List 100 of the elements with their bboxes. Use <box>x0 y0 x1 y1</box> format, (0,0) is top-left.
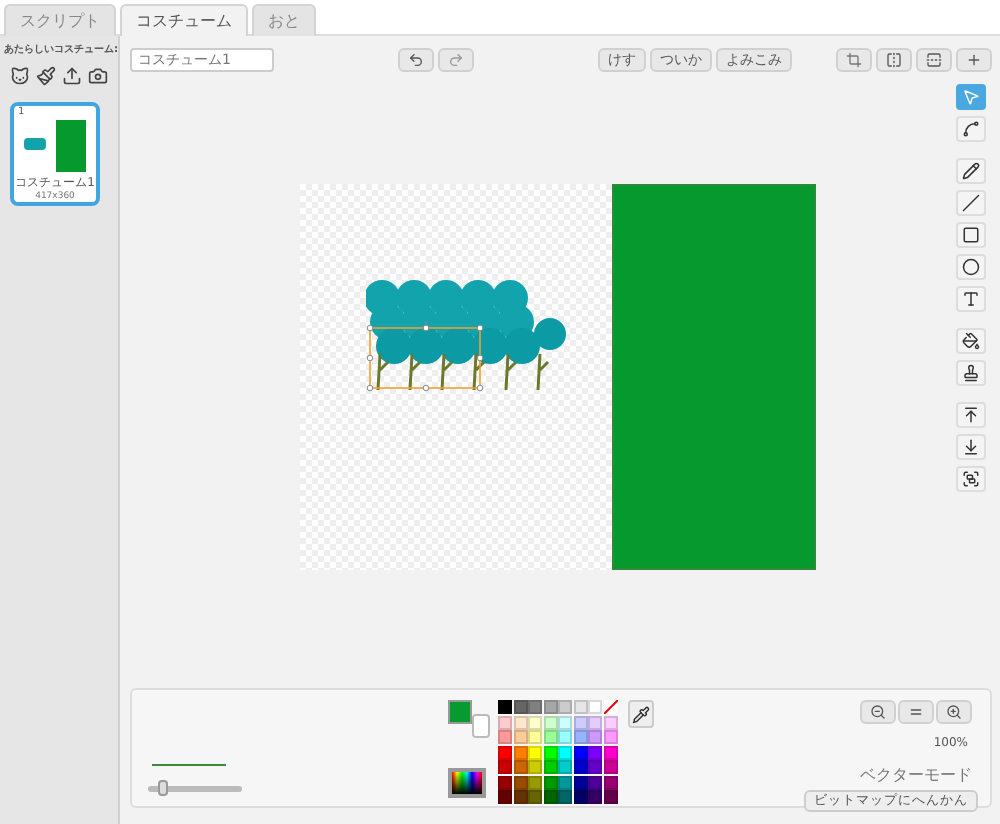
color-swatch[interactable] <box>513 775 527 789</box>
canvas-area[interactable] <box>300 184 612 570</box>
zoom-in-button[interactable] <box>936 700 972 724</box>
color-swatch[interactable] <box>573 775 587 789</box>
color-swatch[interactable] <box>528 730 542 744</box>
color-swatch[interactable] <box>528 760 542 774</box>
color-swatch[interactable] <box>603 730 617 744</box>
secondary-color-swatch[interactable] <box>472 714 490 738</box>
crop-button[interactable] <box>836 48 872 72</box>
zoom-out-button[interactable] <box>860 700 896 724</box>
no-color-swatch[interactable] <box>603 700 617 714</box>
color-swatch[interactable] <box>573 700 587 714</box>
color-swatch[interactable] <box>603 775 617 789</box>
color-swatch[interactable] <box>603 790 617 804</box>
color-swatch[interactable] <box>558 775 572 789</box>
color-swatch[interactable] <box>528 775 542 789</box>
color-swatch[interactable] <box>603 760 617 774</box>
bring-front-icon <box>961 406 979 424</box>
color-swatch[interactable] <box>498 745 512 759</box>
add-point-button[interactable] <box>956 48 992 72</box>
color-swatch[interactable] <box>603 745 617 759</box>
color-swatch[interactable] <box>603 715 617 729</box>
color-swatch[interactable] <box>498 760 512 774</box>
tab[interactable]: コスチューム <box>120 4 248 36</box>
flip-vertical-icon <box>926 52 942 68</box>
eyedropper-icon <box>631 705 649 723</box>
zoom-reset-button[interactable] <box>898 700 934 724</box>
stamp-tool-button[interactable] <box>955 360 985 386</box>
color-swatch[interactable] <box>558 700 572 714</box>
stroke-width-slider[interactable] <box>148 786 242 792</box>
color-swatch[interactable] <box>558 790 572 804</box>
color-swatch[interactable] <box>543 745 557 759</box>
color-swatch[interactable] <box>498 700 512 714</box>
zoom-out-icon <box>870 704 886 720</box>
color-swatch[interactable] <box>588 700 602 714</box>
slider-thumb[interactable] <box>158 780 169 796</box>
color-swatch[interactable] <box>513 790 527 804</box>
color-swatch[interactable] <box>588 730 602 744</box>
color-swatch[interactable] <box>528 745 542 759</box>
color-swatch[interactable] <box>573 760 587 774</box>
primary-color-swatch[interactable] <box>448 700 472 724</box>
square-tool-button[interactable] <box>955 222 985 248</box>
flip-vertical-button[interactable] <box>916 48 952 72</box>
color-swatch[interactable] <box>588 790 602 804</box>
color-swatch[interactable] <box>543 760 557 774</box>
flip-horizontal-button[interactable] <box>876 48 912 72</box>
send-back-tool-button[interactable] <box>955 434 985 460</box>
color-swatch[interactable] <box>573 745 587 759</box>
undo-button[interactable] <box>398 48 434 72</box>
paintbrush-icon[interactable] <box>36 66 56 86</box>
color-swatch[interactable] <box>558 745 572 759</box>
color-swatch[interactable] <box>573 715 587 729</box>
color-swatch[interactable] <box>528 790 542 804</box>
line-tool-button[interactable] <box>955 190 985 216</box>
paint-bucket-icon <box>961 332 979 350</box>
color-spectrum[interactable] <box>448 768 486 798</box>
pencil-tool-button[interactable] <box>955 158 985 184</box>
selection-box[interactable] <box>366 320 486 392</box>
color-swatch[interactable] <box>498 730 512 744</box>
color-swatch[interactable] <box>513 700 527 714</box>
group-icon <box>961 470 979 488</box>
camera-icon[interactable] <box>88 66 108 86</box>
curve-tool-button[interactable] <box>955 116 985 142</box>
color-swatch[interactable] <box>513 715 527 729</box>
color-swatch[interactable] <box>543 775 557 789</box>
color-swatch[interactable] <box>543 715 557 729</box>
circle-tool-button[interactable] <box>955 254 985 280</box>
pointer-icon <box>961 88 979 106</box>
color-swatch[interactable] <box>528 715 542 729</box>
color-swatch[interactable] <box>558 760 572 774</box>
line-icon <box>961 194 979 212</box>
color-swatch[interactable] <box>558 730 572 744</box>
color-swatch[interactable] <box>573 730 587 744</box>
text-tool-button[interactable] <box>955 286 985 312</box>
color-swatch[interactable] <box>498 775 512 789</box>
equals-icon <box>908 704 924 720</box>
color-swatch[interactable] <box>588 745 602 759</box>
paint-bucket-tool-button[interactable] <box>955 328 985 354</box>
color-swatch[interactable] <box>528 700 542 714</box>
color-swatch[interactable] <box>498 715 512 729</box>
color-swatch[interactable] <box>588 715 602 729</box>
redo-button[interactable] <box>438 48 474 72</box>
color-swatch[interactable] <box>513 760 527 774</box>
cat-icon[interactable] <box>10 66 30 86</box>
eyedropper-button[interactable] <box>627 700 653 728</box>
color-swatch[interactable] <box>573 790 587 804</box>
upload-icon[interactable] <box>62 66 82 86</box>
color-swatch[interactable] <box>588 775 602 789</box>
color-swatch[interactable] <box>543 730 557 744</box>
redo-icon <box>448 52 464 68</box>
bring-front-tool-button[interactable] <box>955 402 985 428</box>
color-swatch[interactable] <box>498 790 512 804</box>
color-swatch[interactable] <box>588 760 602 774</box>
flip-horizontal-icon <box>886 52 902 68</box>
color-swatch[interactable] <box>543 700 557 714</box>
color-swatch[interactable] <box>513 730 527 744</box>
color-swatch[interactable] <box>513 745 527 759</box>
group-tool-button[interactable] <box>955 466 985 492</box>
color-swatch[interactable] <box>543 790 557 804</box>
color-swatch[interactable] <box>558 715 572 729</box>
